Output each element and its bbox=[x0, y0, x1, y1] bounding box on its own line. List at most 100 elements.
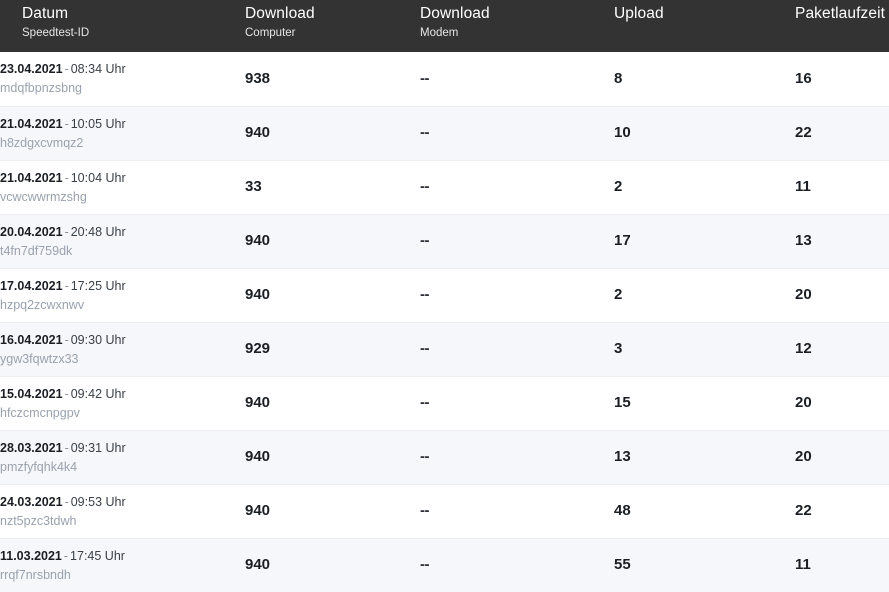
speedtest-id: nzt5pzc3tdwh bbox=[0, 513, 77, 528]
cell-download-computer-value: 940 bbox=[245, 286, 271, 303]
table-row[interactable]: 16.04.2021-09:30 Uhr ygw3fqwtzx33 929 -- 3 12 bbox=[0, 321, 889, 376]
table-row[interactable]: 21.04.2021-10:05 Uhr h8zdgxcvmqz2 940 -- 10 2… bbox=[0, 105, 889, 160]
cell-upload-value: 10 bbox=[614, 124, 631, 141]
datum-line: 20.04.2021-20:48 Uhr bbox=[0, 223, 245, 241]
cell-datum: 16.04.2021-09:30 Uhr ygw3fqwtzx33 bbox=[0, 321, 245, 376]
table-row[interactable]: 20.04.2021-20:48 Uhr t4fn7df759dk 940 -- 17 1… bbox=[0, 213, 889, 268]
datum-time: 17:25 Uhr bbox=[70, 278, 126, 293]
cell-upload: 10 bbox=[614, 105, 795, 160]
cell-download-modem-value: -- bbox=[420, 232, 430, 249]
cell-upload-value: 55 bbox=[614, 556, 631, 574]
cell-download-computer-value: 929 bbox=[245, 340, 271, 357]
cell-datum: 24.03.2021-09:53 Uhr nzt5pzc3tdwh bbox=[0, 483, 245, 538]
cell-paketlaufzeit-value: 22 bbox=[795, 502, 812, 519]
speedtest-id: pmzfyfqhk4k4 bbox=[0, 459, 78, 474]
cell-download-modem-value: -- bbox=[420, 394, 430, 411]
cell-upload: 15 bbox=[614, 375, 795, 430]
table-row[interactable]: 21.04.2021-10:04 Uhr vcwcwwrmzshg 33 -- 2 11 bbox=[0, 159, 889, 214]
cell-download-computer-value: 938 bbox=[245, 69, 271, 87]
column-header-datum-subtitle: Speedtest-ID bbox=[22, 27, 90, 39]
cell-download-modem-value: -- bbox=[420, 340, 430, 357]
datum-time: 09:30 Uhr bbox=[70, 332, 126, 347]
cell-download-modem-value: -- bbox=[420, 502, 430, 519]
cell-upload: 8 bbox=[614, 52, 795, 106]
cell-paketlaufzeit-value: 12 bbox=[795, 340, 812, 357]
column-header-upload-title: Upload bbox=[614, 5, 664, 22]
column-header-datum[interactable]: Datum Speedtest-ID bbox=[0, 0, 245, 52]
cell-paketlaufzeit: 11 bbox=[795, 537, 889, 592]
cell-download-modem: -- bbox=[420, 213, 614, 268]
table-header: Datum Speedtest-ID Download Computer Dow… bbox=[0, 0, 889, 52]
datum-separator: - bbox=[64, 386, 69, 401]
cell-download-computer-value: 33 bbox=[245, 178, 262, 195]
cell-download-modem-value: -- bbox=[420, 448, 430, 465]
cell-datum: 11.03.2021-17:45 Uhr rrqf7nrsbndh bbox=[0, 537, 245, 592]
cell-download-modem: -- bbox=[420, 375, 614, 430]
column-header-download-modem[interactable]: Download Modem bbox=[420, 0, 614, 52]
datum-separator: - bbox=[64, 278, 69, 293]
table-row[interactable]: 23.04.2021-08:34 Uhr mdqfbpnzsbng 938 -- 8 16 bbox=[0, 52, 889, 106]
datum-separator: - bbox=[64, 332, 69, 347]
cell-upload-value: 3 bbox=[614, 340, 623, 357]
table-row[interactable]: 15.04.2021-09:42 Uhr hfczcmcnpgpv 940 -- 15 2… bbox=[0, 375, 889, 430]
cell-paketlaufzeit: 22 bbox=[795, 483, 889, 538]
cell-download-computer: 940 bbox=[245, 429, 420, 484]
cell-paketlaufzeit-value: 13 bbox=[795, 232, 812, 249]
column-header-paketlaufzeit[interactable]: Paketlaufzeit bbox=[795, 0, 889, 52]
speedtest-id: t4fn7df759dk bbox=[0, 243, 73, 258]
speedtest-id: h8zdgxcvmqz2 bbox=[0, 135, 84, 150]
cell-paketlaufzeit-value: 20 bbox=[795, 448, 812, 465]
datum-time: 10:04 Uhr bbox=[70, 170, 126, 185]
column-header-upload[interactable]: Upload bbox=[614, 0, 795, 52]
datum-date: 21.04.2021 bbox=[0, 170, 63, 185]
datum-date: 15.04.2021 bbox=[0, 386, 63, 401]
speedtest-id: vcwcwwrmzshg bbox=[0, 189, 87, 204]
speedtest-id: hfczcmcnpgpv bbox=[0, 405, 80, 420]
cell-datum: 21.04.2021-10:04 Uhr vcwcwwrmzshg bbox=[0, 159, 245, 214]
cell-paketlaufzeit-value: 20 bbox=[795, 286, 812, 303]
cell-download-computer-value: 940 bbox=[245, 448, 271, 465]
datum-line: 21.04.2021-10:04 Uhr bbox=[0, 169, 245, 187]
datum-line: 16.04.2021-09:30 Uhr bbox=[0, 331, 245, 349]
cell-download-computer-value: 940 bbox=[245, 232, 271, 249]
speedtest-id: hzpq2zcwxnwv bbox=[0, 297, 85, 312]
speedtest-id: rrqf7nrsbndh bbox=[0, 567, 71, 582]
cell-download-modem: -- bbox=[420, 267, 614, 322]
cell-upload-value: 17 bbox=[614, 232, 631, 249]
column-header-download-computer-subtitle: Computer bbox=[245, 27, 296, 39]
cell-download-computer: 940 bbox=[245, 213, 420, 268]
datum-line: 15.04.2021-09:42 Uhr bbox=[0, 385, 245, 403]
cell-upload-value: 13 bbox=[614, 448, 631, 465]
datum-date: 28.03.2021 bbox=[0, 440, 63, 455]
speedtest-history-table: Datum Speedtest-ID Download Computer Dow… bbox=[0, 0, 889, 592]
datum-time: 17:45 Uhr bbox=[70, 548, 125, 563]
table-header-row: Datum Speedtest-ID Download Computer Dow… bbox=[0, 0, 889, 52]
cell-download-modem: -- bbox=[420, 321, 614, 376]
table-row[interactable]: 28.03.2021-09:31 Uhr pmzfyfqhk4k4 940 -- 13 2… bbox=[0, 429, 889, 484]
cell-datum: 20.04.2021-20:48 Uhr t4fn7df759dk bbox=[0, 213, 245, 268]
datum-separator: - bbox=[63, 548, 69, 563]
datum-time: 20:48 Uhr bbox=[70, 224, 126, 239]
cell-upload: 55 bbox=[614, 537, 795, 592]
cell-download-computer-value: 940 bbox=[245, 502, 271, 519]
table-row[interactable]: 11.03.2021-17:45 Uhr rrqf7nrsbndh 940 -- 55 1… bbox=[0, 537, 889, 592]
table-row[interactable]: 24.03.2021-09:53 Uhr nzt5pzc3tdwh 940 -- 48 2… bbox=[0, 483, 889, 538]
datum-separator: - bbox=[64, 116, 69, 131]
cell-upload-value: 48 bbox=[614, 502, 631, 519]
datum-time: 09:42 Uhr bbox=[70, 386, 126, 401]
datum-line: 21.04.2021-10:05 Uhr bbox=[0, 115, 245, 133]
cell-paketlaufzeit: 20 bbox=[795, 375, 889, 430]
cell-paketlaufzeit-value: 20 bbox=[795, 394, 812, 411]
datum-time: 10:05 Uhr bbox=[70, 116, 126, 131]
datum-time: 09:31 Uhr bbox=[70, 440, 126, 455]
table-row[interactable]: 17.04.2021-17:25 Uhr hzpq2zcwxnwv 940 -- 2 20 bbox=[0, 267, 889, 322]
cell-upload-value: 8 bbox=[614, 69, 623, 87]
cell-download-modem: -- bbox=[420, 537, 614, 592]
datum-date: 20.04.2021 bbox=[0, 224, 63, 239]
cell-download-computer: 940 bbox=[245, 375, 420, 430]
datum-separator: - bbox=[64, 494, 69, 509]
column-header-download-computer[interactable]: Download Computer bbox=[245, 0, 420, 52]
cell-paketlaufzeit: 13 bbox=[795, 213, 889, 268]
cell-datum: 17.04.2021-17:25 Uhr hzpq2zcwxnwv bbox=[0, 267, 245, 322]
column-header-paketlaufzeit-title: Paketlaufzeit bbox=[795, 5, 886, 22]
